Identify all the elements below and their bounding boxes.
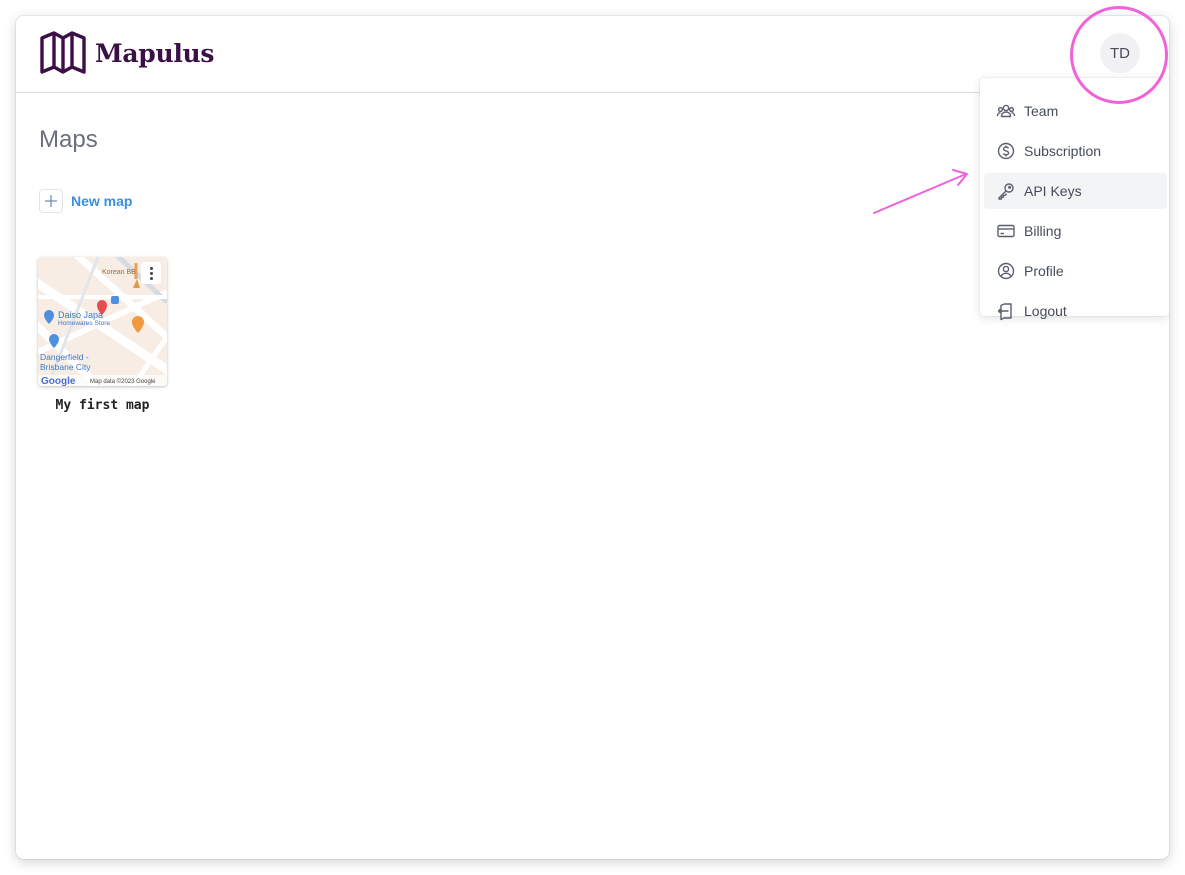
user-circle-icon (996, 261, 1016, 281)
menu-item-label: Logout (1024, 303, 1067, 319)
user-avatar-button[interactable]: TD (1100, 33, 1140, 73)
app-window: Mapulus TD Maps New map Korean BB Daiso … (16, 16, 1169, 859)
user-menu-dropdown: Team Subscription API Keys Billing Profi… (980, 78, 1169, 321)
app-logo[interactable]: Mapulus (39, 30, 214, 76)
map-thumbnail[interactable]: Korean BB Daiso Japa Homewares Store Dan… (38, 257, 167, 386)
thumb-label-korean: Korean BB (102, 269, 136, 276)
dollar-circle-icon (996, 141, 1016, 161)
thumb-label-homewares: Homewares Store (58, 320, 110, 327)
key-icon (996, 181, 1016, 201)
team-icon (996, 101, 1016, 121)
menu-item-label: Team (1024, 103, 1059, 119)
menu-item-api-keys[interactable]: API Keys (984, 173, 1167, 209)
thumb-label-dangerfield: Dangerfield - (40, 352, 89, 362)
page-title: Maps (39, 126, 98, 153)
thumb-label-daiso: Daiso Japa (58, 310, 103, 320)
app-name: Mapulus (95, 38, 215, 68)
menu-item-label: Subscription (1024, 143, 1102, 159)
menu-item-profile[interactable]: Profile (984, 253, 1167, 289)
menu-item-label: Billing (1024, 223, 1062, 239)
map-card[interactable]: Korean BB Daiso Japa Homewares Store Dan… (38, 257, 167, 413)
credit-card-icon (996, 221, 1016, 241)
menu-item-team[interactable]: Team (984, 93, 1167, 129)
new-map-button[interactable]: New map (39, 189, 132, 213)
logout-icon (996, 301, 1016, 321)
map-name[interactable]: My first map (38, 398, 167, 413)
folded-map-icon (40, 31, 86, 74)
plus-icon (39, 189, 63, 213)
menu-item-billing[interactable]: Billing (984, 213, 1167, 249)
map-options-button[interactable] (141, 262, 161, 284)
menu-item-logout[interactable]: Logout (984, 293, 1167, 329)
thumb-label-brisbane: Brisbane City (40, 362, 91, 372)
thumb-google-logo: Google (41, 376, 76, 386)
new-map-label: New map (71, 193, 133, 209)
menu-item-label: API Keys (1024, 183, 1082, 199)
menu-item-label: Profile (1024, 263, 1064, 279)
menu-item-subscription[interactable]: Subscription (984, 133, 1167, 169)
thumb-attribution: Map data ©2023 Google (90, 378, 156, 385)
